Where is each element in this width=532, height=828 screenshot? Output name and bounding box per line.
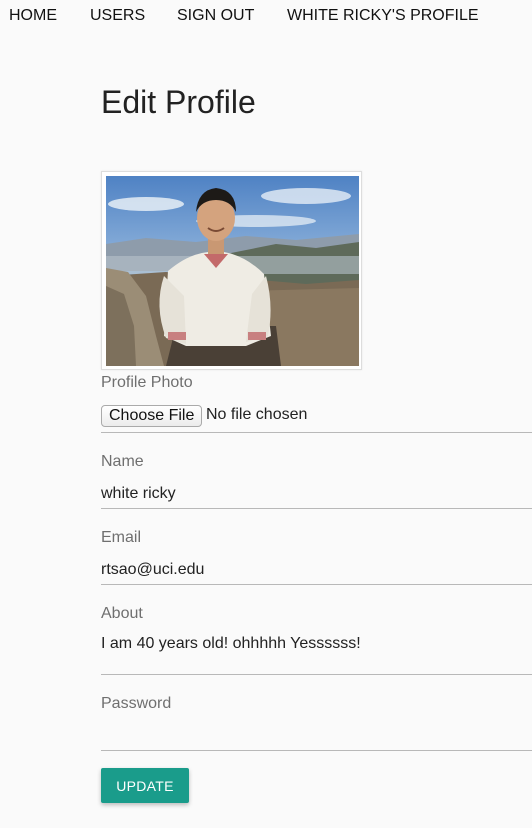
about-textarea-underline bbox=[101, 674, 532, 675]
email-label: Email bbox=[101, 529, 142, 546]
name-input-underline bbox=[101, 508, 532, 509]
file-status-text: No file chosen bbox=[206, 406, 308, 423]
photo-field-divider bbox=[101, 432, 532, 433]
nav-home[interactable]: HOME bbox=[9, 7, 57, 25]
about-label: About bbox=[101, 605, 143, 622]
email-input-underline bbox=[101, 584, 532, 585]
password-label: Password bbox=[101, 695, 172, 712]
nav-profile[interactable]: WHITE RICKY'S PROFILE bbox=[287, 7, 479, 25]
name-label: Name bbox=[101, 453, 144, 470]
page-title: Edit Profile bbox=[101, 84, 256, 120]
update-button[interactable]: UPDATE bbox=[101, 768, 189, 803]
about-textarea[interactable]: I am 40 years old! ohhhhh Yessssss! bbox=[101, 635, 361, 653]
name-input[interactable]: white ricky bbox=[101, 485, 176, 503]
choose-file-button[interactable]: Choose File bbox=[101, 405, 203, 427]
profile-photo-label: Profile Photo bbox=[101, 374, 193, 391]
password-input-underline bbox=[101, 750, 532, 751]
profile-photo-image bbox=[106, 176, 359, 366]
nav-users[interactable]: USERS bbox=[90, 7, 145, 25]
email-input[interactable]: rtsao@uci.edu bbox=[101, 561, 204, 579]
nav-sign-out[interactable]: SIGN OUT bbox=[177, 7, 254, 25]
top-nav: HOME USERS SIGN OUT WHITE RICKY'S PROFIL… bbox=[0, 0, 532, 34]
profile-photo bbox=[101, 171, 362, 370]
